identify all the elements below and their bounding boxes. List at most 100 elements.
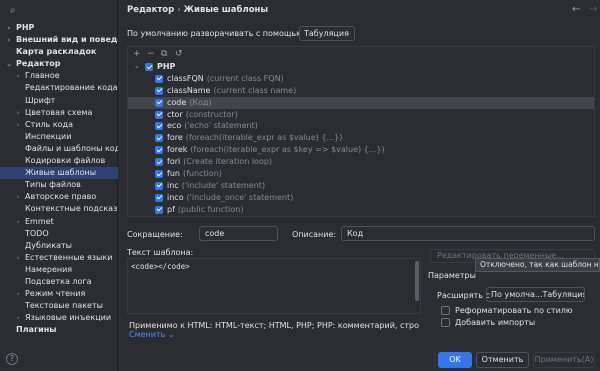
sidebar-item[interactable]: › Стиль кода xyxy=(0,119,118,131)
chevron-right-icon[interactable]: › xyxy=(14,70,22,82)
chevron-down-icon: ⌄ xyxy=(575,290,581,298)
template-description: (constructor) xyxy=(185,109,238,119)
sidebar-item[interactable]: ⌄ Редактор xyxy=(0,58,118,70)
sidebar-item[interactable]: Типы файлов xyxy=(0,179,118,191)
chevron-down-icon[interactable]: ⌄ xyxy=(134,61,140,73)
apply-button[interactable]: Применить(A) xyxy=(533,352,595,368)
sidebar-item[interactable]: › Языковые инъекции xyxy=(0,312,118,324)
group-checkbox[interactable] xyxy=(145,63,153,71)
template-checkbox[interactable] xyxy=(155,193,163,202)
reformat-checkbox[interactable] xyxy=(441,306,450,315)
template-text-editor[interactable]: <code></code> xyxy=(127,258,421,314)
template-scrollbar[interactable] xyxy=(415,261,419,301)
breadcrumb: Редактор › Живые шаблоны xyxy=(127,5,268,15)
ok-button[interactable]: OK xyxy=(438,352,472,368)
sidebar-item[interactable]: › Естественные языки xyxy=(0,252,118,264)
help-icon[interactable]: ? xyxy=(6,353,18,365)
settings-search[interactable]: ⌕ xyxy=(4,3,114,19)
chevron-right-icon[interactable]: › xyxy=(14,216,22,228)
templates-tree-panel: + − ⧉ ↺ ⌄ PHP classFQN (current class FQN) c… xyxy=(127,46,595,217)
remove-icon[interactable]: − xyxy=(147,49,155,60)
sidebar-item[interactable]: Карта раскладок xyxy=(0,46,118,58)
template-item[interactable]: inco ('include_once' statement) xyxy=(128,192,594,204)
template-item[interactable]: pf (public function) xyxy=(128,204,594,216)
sidebar-item[interactable]: › Главное xyxy=(0,70,118,82)
template-checkbox[interactable] xyxy=(155,134,163,143)
chevron-right-icon[interactable]: › xyxy=(5,34,13,46)
chevron-right-icon[interactable]: › xyxy=(14,191,22,203)
add-icon[interactable]: + xyxy=(133,49,141,60)
sidebar-item[interactable]: Инспекции xyxy=(0,131,118,143)
breadcrumb-current: Живые шаблоны xyxy=(183,5,269,15)
template-item[interactable]: classFQN (current class FQN) xyxy=(128,73,594,85)
sidebar-item-label: Контекстные подсказки xyxy=(25,204,118,214)
chevron-down-icon[interactable]: ⌄ xyxy=(5,58,13,70)
sidebar-item-label: Главное xyxy=(25,71,60,81)
default-expand-select[interactable]: Табуляция ⌄ xyxy=(299,26,355,41)
sidebar-item[interactable]: ›Внешний вид и поведение xyxy=(0,34,118,46)
sidebar-item[interactable]: Файлы и шаблоны кода xyxy=(0,143,118,155)
template-checkbox[interactable] xyxy=(155,110,163,119)
add-imports-checkbox[interactable] xyxy=(441,318,450,327)
template-item[interactable]: className (current class name) xyxy=(128,85,594,97)
search-icon: ⌕ xyxy=(10,5,16,16)
template-item[interactable]: fori (Create iteration loop) xyxy=(128,156,594,168)
sidebar-item-label: Подсветка лога xyxy=(25,276,92,286)
back-arrow-icon[interactable]: ← xyxy=(572,4,580,15)
copy-icon[interactable]: ⧉ xyxy=(161,49,167,60)
sidebar-item[interactable]: Кодировки файлов xyxy=(0,155,118,167)
chevron-right-icon[interactable]: › xyxy=(5,22,13,34)
template-checkbox[interactable] xyxy=(155,74,163,83)
template-description: (current class FQN) xyxy=(206,73,284,83)
chevron-right-icon[interactable]: › xyxy=(14,252,22,264)
sidebar-item[interactable]: Подсветка лога xyxy=(0,276,118,288)
template-item[interactable]: forek (foreach(iterable_expr as $key => $… xyxy=(128,144,594,156)
sidebar-item[interactable]: Дубликаты xyxy=(0,240,118,252)
sidebar-item[interactable]: TODO xyxy=(0,228,118,240)
chevron-down-icon: ⌄ xyxy=(345,29,351,37)
template-description: (foreach(iterable_expr as $key => $value… xyxy=(190,145,385,155)
template-checkbox[interactable] xyxy=(155,86,163,95)
template-item[interactable]: fore (foreach(iterable_expr as $value) {.… xyxy=(128,132,594,144)
template-checkbox[interactable] xyxy=(155,181,163,190)
sidebar-item[interactable]: Контекстные подсказки xyxy=(0,203,118,215)
template-item[interactable]: eco ('echo' statement) xyxy=(128,120,594,132)
template-checkbox[interactable] xyxy=(155,122,163,131)
sidebar-item[interactable]: › Режим чтения xyxy=(0,288,118,300)
template-item[interactable]: code (Код) xyxy=(128,96,594,109)
chevron-right-icon[interactable]: › xyxy=(14,288,22,300)
sidebar-item[interactable]: Живые шаблоны xyxy=(0,167,118,180)
sidebar-item[interactable]: Текстовые пакеты xyxy=(0,300,118,312)
template-item[interactable]: inc ('include' statement) xyxy=(128,180,594,192)
template-checkbox[interactable] xyxy=(155,205,163,214)
sidebar-item[interactable]: › Цветовая схема xyxy=(0,107,118,119)
cancel-button[interactable]: Отменить xyxy=(476,352,529,368)
template-item[interactable]: fun (function) xyxy=(128,168,594,180)
template-abbreviation: fun xyxy=(167,169,180,179)
description-input[interactable]: Код xyxy=(341,226,595,241)
forward-arrow-icon[interactable]: → xyxy=(589,4,597,15)
expand-with-select[interactable]: По умолча...Табуляция) ⌄ xyxy=(486,287,585,302)
abbreviation-input[interactable]: code xyxy=(199,226,278,241)
template-checkbox[interactable] xyxy=(155,158,163,167)
change-contexts-link[interactable]: Сменить ⌄ xyxy=(129,330,175,339)
sidebar-item[interactable]: › Emmet xyxy=(0,216,118,228)
chevron-right-icon[interactable]: › xyxy=(14,119,22,131)
restore-icon[interactable]: ↺ xyxy=(175,49,183,60)
sidebar-item[interactable]: › PHP xyxy=(0,22,118,34)
sidebar-item[interactable]: › Авторское право xyxy=(0,191,118,203)
sidebar-item[interactable]: Редактирование кода xyxy=(0,82,118,94)
sidebar-item[interactable]: Плагины xyxy=(0,324,118,336)
chevron-right-icon[interactable]: › xyxy=(14,312,22,324)
template-checkbox[interactable] xyxy=(155,170,163,179)
template-checkbox[interactable] xyxy=(155,98,163,107)
template-group[interactable]: ⌄ PHP xyxy=(128,61,594,73)
chevron-right-icon[interactable]: › xyxy=(14,107,22,119)
breadcrumb-parent[interactable]: Редактор xyxy=(127,5,174,15)
template-checkbox[interactable] xyxy=(155,146,163,155)
sidebar-item-label: Дубликаты xyxy=(25,240,72,250)
template-item[interactable]: ctor (constructor) xyxy=(128,109,594,121)
sidebar-item[interactable]: Намерения xyxy=(0,264,118,276)
sidebar-item[interactable]: Шрифт xyxy=(0,95,118,107)
expand-with-value: По умолча...Табуляция) xyxy=(491,290,585,299)
